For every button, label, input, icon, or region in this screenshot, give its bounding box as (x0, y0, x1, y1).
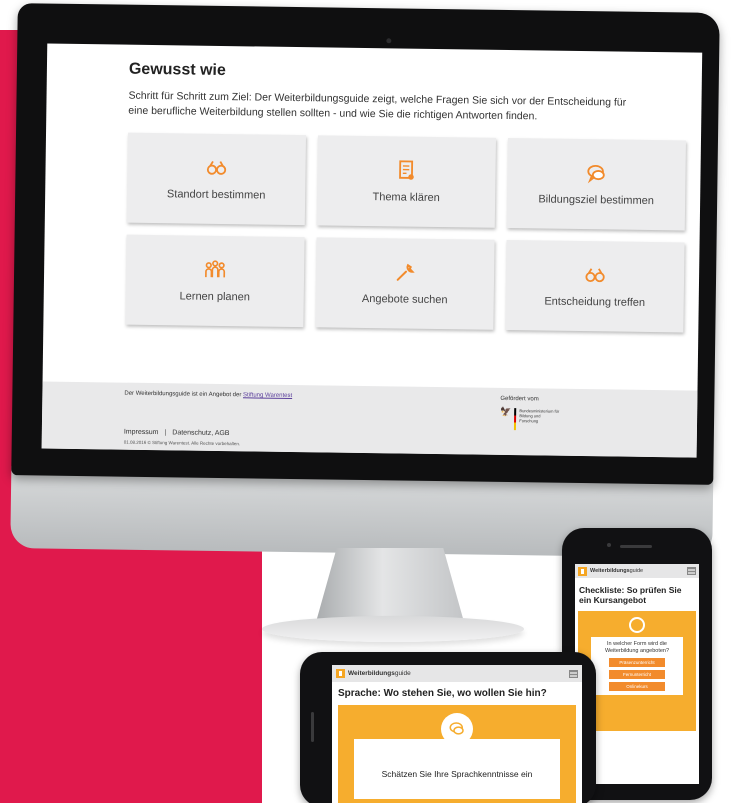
legal-links: Impressum | Datenschutz, AGB (124, 429, 230, 437)
offer-line: Der Weiterbildungsguide ist ein Angebot … (124, 391, 292, 399)
funded-by-label: Gefördert vom (500, 395, 539, 403)
privacy-link[interactable]: Datenschutz, AGB (172, 429, 229, 437)
menu-icon[interactable] (687, 567, 696, 575)
camera-icon (607, 543, 611, 547)
monitor-screen: Gewusst wie Schritt für Schritt zum Ziel… (41, 43, 703, 458)
language-card[interactable]: Schätzen Sie Ihre Sprachkenntnisse ein (354, 739, 560, 799)
binoculars-icon (205, 157, 227, 179)
card-label: Entscheidung treffen (544, 295, 646, 309)
checkmark-icon (629, 617, 645, 633)
logo-icon (336, 669, 345, 678)
card-thema-klaeren[interactable]: Thema klären (316, 135, 497, 228)
card-label: Bildungsziel bestimmen (538, 193, 655, 208)
chat-bubble-icon (441, 713, 473, 745)
menu-icon[interactable] (569, 669, 578, 678)
eagle-icon: 🦅 (500, 406, 512, 418)
step-card-grid: Standort bestimmen Thema klären Bildungs… (125, 132, 686, 333)
copyright-text: 01.08.2016 © Stiftung Warentest. Alle Re… (123, 439, 241, 447)
option-button[interactable]: Onlinekurs (609, 682, 665, 691)
document-icon (395, 159, 417, 181)
ministry-logo: 🦅 Bundesministerium für Bildung und Fors… (500, 406, 560, 431)
speaker-grille (620, 545, 652, 548)
wrench-icon (394, 261, 416, 283)
phone-landscape: Weiterbildungsguide Sprache: Wo stehen S… (300, 652, 596, 803)
stiftung-warentest-link[interactable]: Stiftung Warentest (243, 392, 292, 399)
app-name-bold: Weiterbildungs (348, 670, 395, 677)
app-name-rest: guide (394, 670, 411, 677)
logo-icon (578, 566, 587, 576)
card-label: Thema klären (372, 191, 440, 205)
ministry-name: Bundesministerium für Bildung und Forsch… (519, 408, 560, 424)
card-angebote-suchen[interactable]: Angebote suchen (315, 237, 495, 330)
app-name: Weiterbildungsguide (590, 568, 643, 574)
card-standort-bestimmen[interactable]: Standort bestimmen (126, 132, 307, 226)
chat-bubble-icon (585, 162, 607, 184)
card-entscheidung-treffen[interactable]: Entscheidung treffen (505, 239, 685, 333)
marketing-composite: Gewusst wie Schritt für Schritt zum Ziel… (0, 0, 733, 803)
main-content: Gewusst wie Schritt für Schritt zum Ziel… (43, 44, 702, 333)
option-button[interactable]: Präsenzunterricht (609, 658, 665, 667)
speaker-grille (311, 712, 314, 742)
binoculars-icon (584, 264, 606, 286)
checklist-title: Checkliste: So prüfen Sie ein Kursangebo… (579, 585, 682, 605)
app-header: Weiterbildungsguide (332, 665, 582, 682)
site-footer: Der Weiterbildungsguide ist ein Angebot … (41, 381, 698, 458)
monitor-stand (316, 548, 464, 622)
offer-text: Der Weiterbildungsguide ist ein Angebot … (124, 390, 242, 399)
desktop-monitor: Gewusst wie Schritt für Schritt zum Ziel… (10, 3, 720, 558)
card-label: Standort bestimmen (166, 188, 266, 202)
intro-text: Schritt für Schritt zum Ziel: Der Weiter… (128, 89, 627, 123)
card-label: Angebote suchen (361, 292, 448, 307)
monitor-bezel: Gewusst wie Schritt für Schritt zum Ziel… (11, 3, 720, 485)
question-text: In welcher Form wird die Weiterbildung a… (604, 641, 670, 654)
language-panel: Schätzen Sie Ihre Sprachkenntnisse ein (338, 705, 576, 803)
card-label: Lernen planen (179, 290, 251, 304)
camera-icon (386, 38, 392, 44)
language-title: Sprache: Wo stehen Sie, wo wollen Sie hi… (338, 688, 547, 699)
phone-landscape-screen: Weiterbildungsguide Sprache: Wo stehen S… (332, 665, 582, 803)
app-name-bold: Weiterbildungs (590, 568, 630, 574)
imprint-link[interactable]: Impressum (124, 429, 159, 436)
link-separator: | (164, 429, 167, 437)
question-box: In welcher Form wird die Weiterbildung a… (591, 637, 683, 695)
language-card-text: Schätzen Sie Ihre Sprachkenntnisse ein (381, 768, 533, 779)
monitor-stand-base (262, 616, 524, 642)
card-lernen-planen[interactable]: Lernen planen (125, 234, 305, 328)
option-button[interactable]: Fernunterricht (609, 670, 665, 679)
page-title: Gewusst wie (128, 60, 226, 80)
flag-bar (514, 408, 517, 431)
app-header: Weiterbildungsguide (575, 564, 699, 578)
app-name: Weiterbildungsguide (348, 670, 411, 677)
app-name-rest: guide (629, 568, 644, 574)
card-bildungsziel-bestimmen[interactable]: Bildungsziel bestimmen (506, 137, 686, 231)
people-group-icon (204, 259, 226, 281)
